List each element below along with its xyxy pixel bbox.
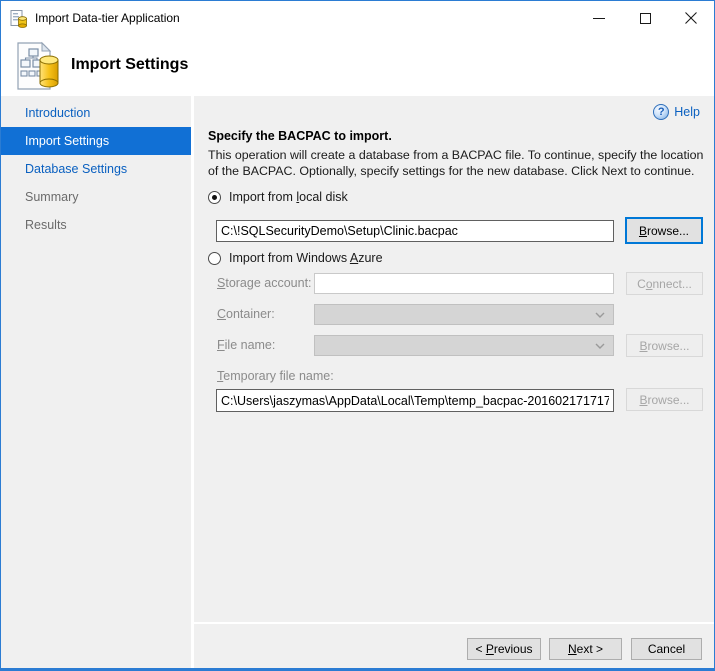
sidebar-item-introduction[interactable]: Introduction (1, 99, 191, 127)
browse-temp-file-button: Browse... (626, 388, 703, 411)
chevron-down-icon (595, 312, 605, 318)
maximize-button[interactable] (622, 1, 668, 35)
wizard-steps-sidebar: Introduction Import Settings Database Se… (1, 96, 191, 670)
sidebar-item-database-settings[interactable]: Database Settings (1, 155, 191, 183)
page-title: Import Settings (71, 56, 188, 74)
maximize-icon (640, 13, 651, 24)
file-name-label: File name: (217, 338, 275, 352)
title-bar: Import Data-tier Application (1, 1, 714, 35)
section-heading: Specify the BACPAC to import. (208, 129, 392, 143)
window-title: Import Data-tier Application (35, 11, 180, 25)
radio-selected-icon (208, 191, 221, 204)
temporary-file-name-input[interactable] (216, 389, 614, 412)
previous-button[interactable]: < Previous (467, 638, 541, 660)
sidebar-item-results: Results (1, 211, 191, 239)
import-from-windows-azure-radio[interactable]: Import from Windows Azure (208, 251, 383, 265)
close-icon (685, 12, 697, 24)
import-data-tier-application-window: Import Data-tier Application (0, 0, 715, 671)
help-label: Help (674, 105, 700, 119)
cancel-button[interactable]: Cancel (631, 638, 702, 660)
temporary-file-name-label: Temporary file name: (217, 369, 334, 383)
minimize-button[interactable] (576, 1, 622, 35)
container-label: Container: (217, 307, 275, 321)
help-icon: ? (653, 104, 669, 120)
radio-unselected-icon (208, 252, 221, 265)
section-description: This operation will create a database fr… (208, 148, 714, 179)
minimize-icon (593, 18, 605, 19)
browse-local-button[interactable]: Browse... (625, 217, 703, 244)
window-controls (576, 1, 714, 35)
container-dropdown (314, 304, 614, 325)
connect-button: Connect... (626, 272, 703, 295)
app-icon (10, 9, 28, 28)
chevron-down-icon (595, 343, 605, 349)
local-bacpac-path-input[interactable] (216, 220, 614, 242)
sidebar-divider (191, 96, 194, 668)
footer-divider (194, 622, 714, 624)
wizard-header: Import Settings (1, 35, 714, 96)
browse-azure-file-button: Browse... (626, 334, 703, 357)
sidebar-item-summary: Summary (1, 183, 191, 211)
storage-account-input (314, 273, 614, 294)
close-button[interactable] (668, 1, 714, 35)
help-link[interactable]: ? Help (653, 104, 700, 120)
local-disk-radio-label: Import from local disk (229, 190, 348, 204)
next-button[interactable]: Next > (549, 638, 622, 660)
file-name-dropdown (314, 335, 614, 356)
window-border-bottom (1, 668, 714, 670)
import-settings-icon (13, 41, 61, 91)
sidebar-item-import-settings[interactable]: Import Settings (1, 127, 191, 155)
storage-account-label: Storage account: (217, 276, 312, 290)
import-from-local-disk-radio[interactable]: Import from local disk (208, 190, 348, 204)
azure-radio-label: Import from Windows Azure (229, 251, 383, 265)
